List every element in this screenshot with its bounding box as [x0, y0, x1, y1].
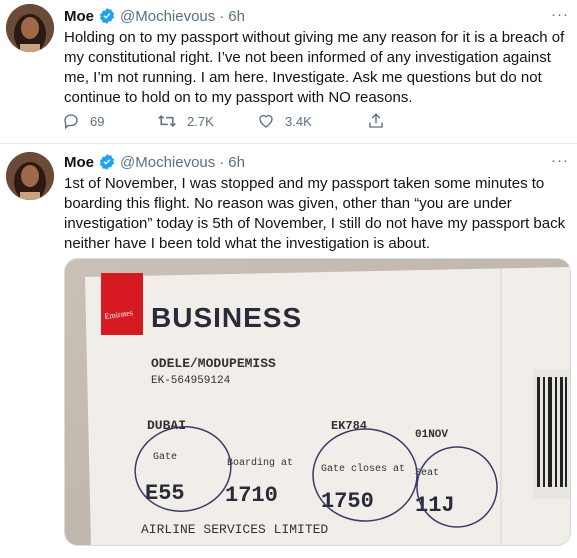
tweet-header: Moe @Mochievous · 6h: [64, 6, 245, 26]
reply-button[interactable]: 69: [62, 112, 157, 130]
heart-icon: [259, 114, 273, 128]
tweet-header: Moe @Mochievous · 6h: [64, 152, 245, 172]
like-count: 3.4K: [285, 113, 312, 129]
retweet-icon: [158, 114, 176, 128]
flight-date: 01NOV: [415, 429, 448, 441]
reply-icon: [64, 114, 78, 130]
retweet-button[interactable]: 2.7K: [157, 112, 257, 130]
passenger-name: ODELE/MODUPEMISS: [151, 356, 276, 371]
like-button[interactable]: 3.4K: [257, 112, 367, 130]
avatar[interactable]: [6, 4, 54, 52]
gate-closes-value: 1750: [321, 489, 374, 514]
airline-footer: AIRLINE SERVICES LIMITED: [141, 522, 328, 537]
tweet-1[interactable]: Moe @Mochievous · 6h ··· Holding on to m…: [0, 0, 577, 144]
more-options-icon[interactable]: ···: [551, 152, 569, 169]
author-name[interactable]: Moe: [64, 154, 94, 171]
timestamp[interactable]: 6h: [228, 8, 245, 25]
author-handle[interactable]: @Mochievous: [120, 154, 215, 171]
retweet-count: 2.7K: [187, 113, 214, 129]
author-name[interactable]: Moe: [64, 8, 94, 25]
share-button[interactable]: [367, 112, 385, 130]
emirates-logo-icon: [101, 273, 143, 335]
tweet-text: Holding on to my passport without giving…: [64, 29, 565, 106]
ticket-number: EK-564959124: [151, 375, 231, 387]
gate-closes-label: Gate closes at: [321, 463, 405, 475]
more-options-icon[interactable]: ···: [551, 6, 569, 23]
tweet-2[interactable]: Moe @Mochievous · 6h ··· 1st of November…: [0, 144, 577, 558]
gate-label: Gate: [153, 452, 177, 463]
boarding-value: 1710: [225, 483, 278, 508]
verified-badge-icon: [98, 153, 116, 171]
avatar[interactable]: [6, 152, 54, 200]
verified-badge-icon: [98, 7, 116, 25]
reply-count: 69: [90, 113, 105, 129]
separator-dot: ·: [219, 7, 225, 25]
class-label: BUSINESS: [151, 302, 302, 333]
share-icon: [369, 113, 383, 128]
author-handle[interactable]: @Mochievous: [120, 8, 215, 25]
tweet-actions: 69 2.7K 3.4K: [62, 112, 492, 130]
timestamp[interactable]: 6h: [228, 154, 245, 171]
boarding-label: Boarding at: [227, 457, 293, 469]
separator-dot: ·: [219, 153, 225, 171]
tweet-text: 1st of November, I was stopped and my pa…: [64, 175, 566, 252]
boarding-pass-photo[interactable]: Emirates BUSINESS ODELE/MODUPEMISS EK-56…: [64, 258, 571, 546]
